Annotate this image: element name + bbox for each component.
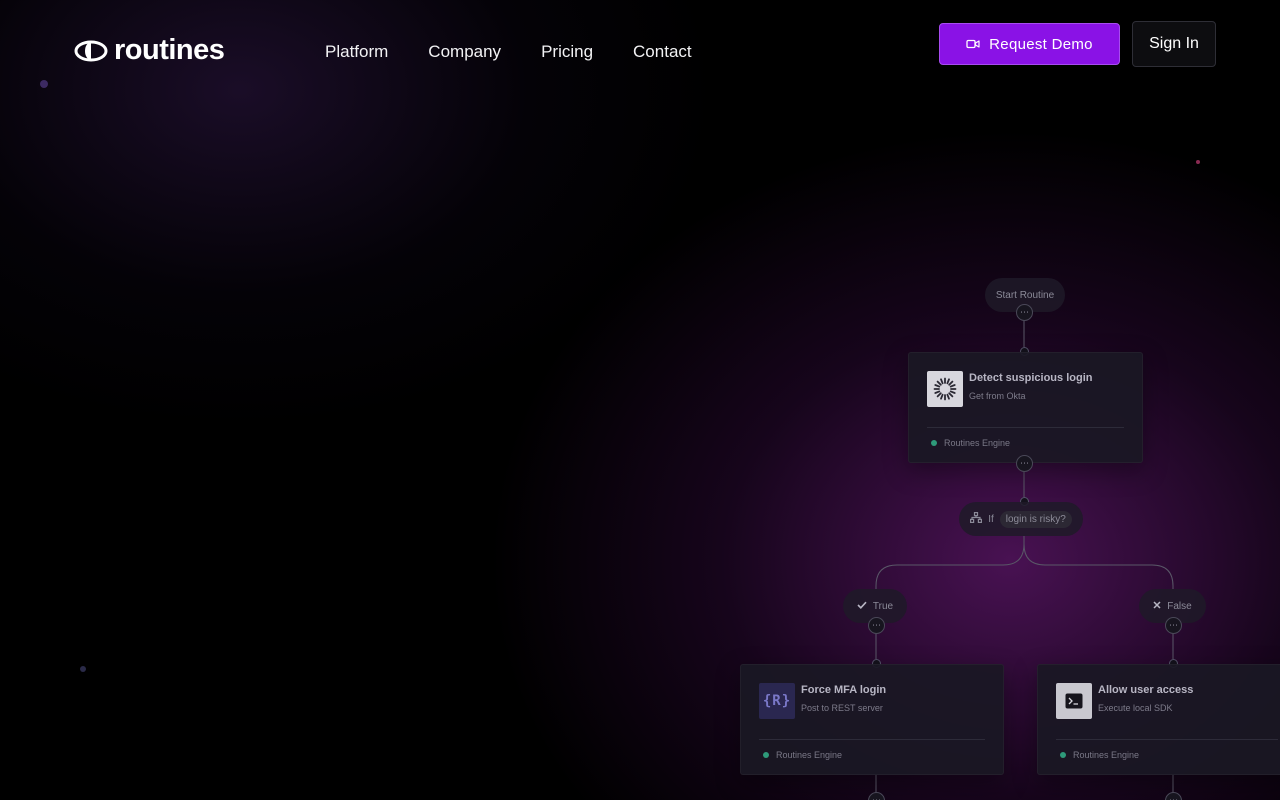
- condition-prefix: If: [988, 513, 994, 525]
- card-engine: Routines Engine: [1060, 750, 1139, 760]
- routine-flow-diagram: Start Routine ⋯ Detect suspicious login …: [0, 0, 1280, 800]
- card-divider: [927, 427, 1124, 428]
- node-menu-icon[interactable]: ⋯: [1016, 304, 1033, 321]
- condition-node[interactable]: If login is risky?: [959, 502, 1083, 536]
- engine-label: Routines Engine: [1073, 750, 1140, 760]
- engine-label: Routines Engine: [944, 438, 1011, 448]
- force-mfa-card[interactable]: {R} Force MFA login Post to REST server …: [740, 664, 1004, 775]
- check-icon: [857, 601, 867, 612]
- status-dot-icon: [931, 440, 937, 446]
- rest-api-icon: {R}: [759, 683, 795, 719]
- close-icon: [1153, 600, 1161, 612]
- node-menu-icon[interactable]: ⋯: [1165, 617, 1182, 634]
- status-dot-icon: [1060, 752, 1066, 758]
- terminal-icon: [1056, 683, 1092, 719]
- card-title: Detect suspicious login: [969, 372, 1093, 384]
- true-label: True: [872, 600, 894, 612]
- engine-label: Routines Engine: [776, 750, 843, 760]
- node-menu-icon[interactable]: ⋯: [868, 617, 885, 634]
- card-divider: [1056, 739, 1278, 740]
- card-engine: Routines Engine: [763, 750, 842, 760]
- condition-expression: login is risky?: [999, 510, 1072, 528]
- okta-logo-icon: [927, 371, 963, 407]
- card-subtitle: Execute local SDK: [1098, 703, 1173, 713]
- status-dot-icon: [763, 752, 769, 758]
- card-title: Allow user access: [1098, 684, 1194, 696]
- start-routine-label: Start Routine: [995, 289, 1055, 301]
- card-engine: Routines Engine: [931, 438, 1010, 448]
- card-subtitle: Get from Okta: [969, 391, 1026, 401]
- card-divider: [759, 739, 985, 740]
- branch-icon: [970, 512, 983, 526]
- card-title: Force MFA login: [801, 684, 887, 696]
- allow-access-card[interactable]: Allow user access Execute local SDK Rout…: [1037, 664, 1280, 775]
- detect-login-card[interactable]: Detect suspicious login Get from Okta Ro…: [908, 352, 1143, 463]
- false-label: False: [1167, 600, 1192, 612]
- node-menu-icon[interactable]: ⋯: [1016, 455, 1033, 472]
- card-subtitle: Post to REST server: [801, 703, 883, 713]
